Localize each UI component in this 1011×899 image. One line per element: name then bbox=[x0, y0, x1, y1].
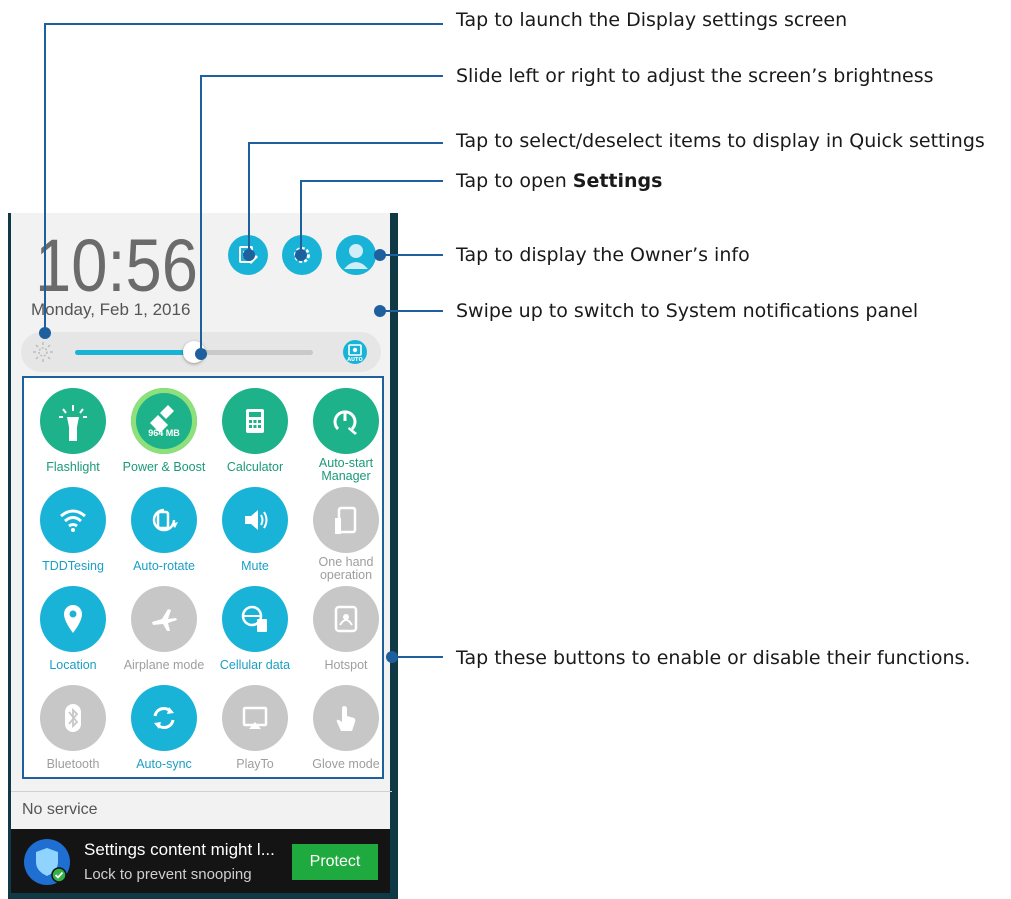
phone-screen: 10:56 Monday, Feb 1, 2016 AUTO Flashligh… bbox=[8, 213, 398, 899]
wifi-icon bbox=[40, 487, 106, 553]
hotspot-icon bbox=[313, 586, 379, 652]
quick-settings-grid: Flashlight 964 MB Power & Boost Calculator A… bbox=[22, 376, 384, 779]
tile-label: Auto-rotate bbox=[133, 559, 195, 573]
tile-label: TDDTesing bbox=[42, 559, 104, 573]
one-hand-icon bbox=[313, 487, 379, 553]
tile-location[interactable]: Location bbox=[28, 586, 118, 684]
date: Monday, Feb 1, 2016 bbox=[31, 300, 191, 319]
tile-label: Cellular data bbox=[219, 658, 291, 672]
tile-playto[interactable]: PlayTo bbox=[210, 685, 300, 783]
callout-open-settings-bold: Settings bbox=[572, 170, 663, 192]
tile-flashlight[interactable]: Flashlight bbox=[28, 388, 118, 486]
flashlight-icon bbox=[40, 388, 106, 454]
tile-auto-sync[interactable]: Auto-sync bbox=[119, 685, 209, 783]
callout-quick-settings-edit: Tap to select/deselect items to display … bbox=[456, 130, 985, 152]
memory-badge: 964 MB bbox=[148, 428, 180, 438]
shield-icon bbox=[24, 839, 70, 885]
quick-settings-panel: 10:56 Monday, Feb 1, 2016 AUTO Flashligh… bbox=[11, 213, 392, 829]
tile-bluetooth[interactable]: Bluetooth bbox=[28, 685, 118, 783]
tile-airplane-mode[interactable]: Airplane mode bbox=[119, 586, 209, 684]
tile-auto-start-manager[interactable]: Auto-start Manager bbox=[301, 388, 391, 486]
brightness-thumb[interactable] bbox=[183, 341, 205, 363]
tile-tddtesing[interactable]: TDDTesing bbox=[28, 487, 118, 585]
notification-subtitle: Lock to prevent snooping bbox=[84, 866, 252, 883]
callout-swipe-up: Swipe up to switch to System notificatio… bbox=[456, 300, 919, 322]
status-text: No service bbox=[11, 791, 392, 826]
callout-display-settings: Tap to launch the Display settings scree… bbox=[456, 9, 848, 31]
broom-icon: 964 MB bbox=[131, 388, 197, 454]
airplane-icon bbox=[131, 586, 197, 652]
owner-avatar-icon[interactable] bbox=[336, 235, 376, 275]
tile-label: Glove mode bbox=[312, 757, 380, 771]
display-settings-icon[interactable] bbox=[31, 340, 55, 364]
auto-start-icon bbox=[313, 388, 379, 454]
tile-label: Airplane mode bbox=[123, 658, 205, 672]
tile-mute[interactable]: Mute bbox=[210, 487, 300, 585]
tile-label: Power & Boost bbox=[122, 460, 206, 474]
settings-gear-icon[interactable] bbox=[282, 235, 322, 275]
bluetooth-icon bbox=[40, 685, 106, 751]
tile-auto-rotate[interactable]: Auto-rotate bbox=[119, 487, 209, 585]
tile-label: One hand operation bbox=[318, 555, 374, 582]
edit-quick-settings-icon[interactable] bbox=[228, 235, 268, 275]
callout-open-settings-prefix: Tap to open bbox=[456, 170, 573, 192]
notification-title: Settings content might l... bbox=[84, 840, 275, 859]
sync-icon bbox=[131, 685, 197, 751]
auto-brightness-icon[interactable]: AUTO bbox=[343, 340, 367, 364]
tile-label: Auto-start Manager bbox=[318, 456, 374, 483]
callout-toggle-buttons: Tap these buttons to enable or disable t… bbox=[456, 647, 971, 669]
notification-card[interactable]: Settings content might l... Lock to prev… bbox=[11, 829, 390, 893]
tile-glove-mode[interactable]: Glove mode bbox=[301, 685, 391, 783]
glove-icon bbox=[313, 685, 379, 751]
tile-one-hand-operation[interactable]: One hand operation bbox=[301, 487, 391, 585]
location-icon bbox=[40, 586, 106, 652]
tile-label: Mute bbox=[241, 559, 269, 573]
tile-label: Flashlight bbox=[46, 460, 100, 474]
tile-power-boost[interactable]: 964 MB Power & Boost bbox=[119, 388, 209, 486]
tile-label: PlayTo bbox=[236, 757, 274, 771]
tile-label: Bluetooth bbox=[46, 757, 100, 771]
tile-label: Location bbox=[49, 658, 97, 672]
callout-owner-info: Tap to display the Owner’s info bbox=[456, 244, 750, 266]
tile-label: Hotspot bbox=[324, 658, 368, 672]
callout-open-settings: Tap to open Settings bbox=[456, 169, 662, 193]
callout-brightness: Slide left or right to adjust the screen… bbox=[456, 65, 934, 87]
calculator-icon bbox=[222, 388, 288, 454]
auto-rotate-icon bbox=[131, 487, 197, 553]
tile-hotspot[interactable]: Hotspot bbox=[301, 586, 391, 684]
brightness-fill bbox=[75, 350, 194, 355]
tile-cellular-data[interactable]: Cellular data bbox=[210, 586, 300, 684]
playto-icon bbox=[222, 685, 288, 751]
protect-button[interactable]: Protect bbox=[292, 844, 378, 880]
tile-calculator[interactable]: Calculator bbox=[210, 388, 300, 486]
clock: 10:56 bbox=[35, 224, 198, 307]
tile-label: Auto-sync bbox=[136, 757, 192, 771]
tile-label: Calculator bbox=[226, 460, 284, 474]
auto-badge: AUTO bbox=[347, 357, 362, 363]
mute-icon bbox=[222, 487, 288, 553]
cellular-data-icon bbox=[222, 586, 288, 652]
